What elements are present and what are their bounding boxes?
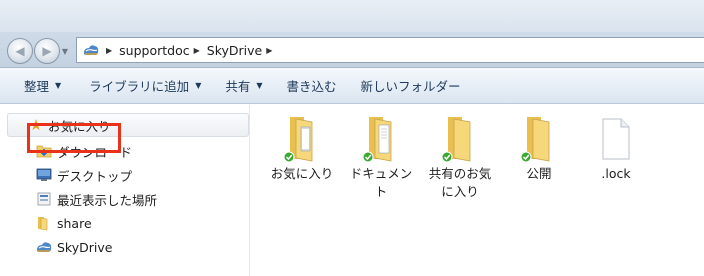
forward-arrow-icon: ▶ <box>42 44 52 58</box>
share-with-label: 共有 <box>225 79 251 94</box>
breadcrumb-separator-icon[interactable]: ▶ <box>266 46 272 55</box>
folder-public[interactable]: 公開 <box>502 113 576 183</box>
nav-item-label: SkyDrive <box>57 239 113 255</box>
item-label: 公開 <box>526 166 552 181</box>
new-folder-button[interactable]: 新しいフォルダー <box>349 73 473 99</box>
chevron-down-icon: ▼ <box>55 81 62 90</box>
chevron-down-icon: ▼ <box>61 46 69 56</box>
chevron-down-icon: ▼ <box>195 81 202 90</box>
item-label: ドキュメント <box>349 166 413 199</box>
address-bar[interactable]: ▶ supportdoc ▶ SkyDrive ▶ <box>76 37 704 63</box>
new-folder-label: 新しいフォルダー <box>360 79 461 94</box>
favorites-list: ダウンロード デスクトップ 最近表示した場所 share SkyDrive <box>0 139 250 259</box>
nav-item-label: share <box>57 215 92 231</box>
burn-label: 書き込む <box>286 79 337 94</box>
recent-places-icon <box>35 190 53 208</box>
skydrive-icon <box>80 39 102 61</box>
file-icon <box>592 113 640 163</box>
include-in-library-button[interactable]: ライブラリに追加 ▼ <box>77 73 213 99</box>
file-lock[interactable]: .lock <box>579 113 653 183</box>
recent-pages-dropdown[interactable]: ▼ <box>58 42 72 60</box>
folder-icon <box>515 113 563 163</box>
burn-button[interactable]: 書き込む <box>275 73 349 99</box>
window-caption <box>0 0 704 32</box>
nav-item-label: 最近表示した場所 <box>57 192 158 208</box>
breadcrumb-separator-icon[interactable]: ▶ <box>194 46 200 55</box>
nav-item-label: デスクトップ <box>57 168 133 184</box>
breadcrumb-separator-icon[interactable]: ▶ <box>106 46 112 55</box>
item-label: お気に入り <box>270 166 334 181</box>
folder-icon <box>436 113 484 163</box>
nav-item-recent-places[interactable]: 最近表示した場所 <box>0 187 250 211</box>
nav-buttons: ◀ ▶ <box>7 38 65 64</box>
command-toolbar: 整理 ▼ ライブラリに追加 ▼ 共有 ▼ 書き込む 新しいフォルダー <box>0 68 704 104</box>
item-label: .lock <box>601 166 631 181</box>
desktop-icon <box>35 166 53 184</box>
forward-button[interactable]: ▶ <box>34 38 60 64</box>
include-in-library-label: ライブラリに追加 <box>89 79 190 94</box>
breadcrumb-segment-skydrive[interactable]: SkyDrive <box>207 43 262 58</box>
back-button[interactable]: ◀ <box>7 38 33 64</box>
folder-icon <box>278 113 326 163</box>
organize-button[interactable]: 整理 ▼ <box>12 73 73 99</box>
folder-icon <box>357 113 405 163</box>
nav-item-skydrive[interactable]: SkyDrive <box>0 235 250 259</box>
skydrive-icon <box>35 238 53 256</box>
organize-label: 整理 <box>24 79 50 94</box>
folder-shared-favorites[interactable]: 共有のお気に入り <box>423 113 497 201</box>
share-with-button[interactable]: 共有 ▼ <box>213 73 274 99</box>
breadcrumb-segment-supportdoc[interactable]: supportdoc <box>119 43 189 58</box>
nav-item-share[interactable]: share <box>0 211 250 235</box>
item-label: 共有のお気に入り <box>428 166 492 199</box>
folder-icon <box>35 214 53 232</box>
nav-item-desktop[interactable]: デスクトップ <box>0 163 250 187</box>
chevron-down-icon: ▼ <box>256 81 263 90</box>
folder-favorites[interactable]: お気に入り <box>265 113 339 183</box>
back-arrow-icon: ◀ <box>15 44 25 58</box>
highlight-box <box>27 123 121 153</box>
folder-documents[interactable]: ドキュメント <box>344 113 418 201</box>
file-list: お気に入り ドキュメント 共有のお気に入り 公開 .lock <box>251 105 704 276</box>
